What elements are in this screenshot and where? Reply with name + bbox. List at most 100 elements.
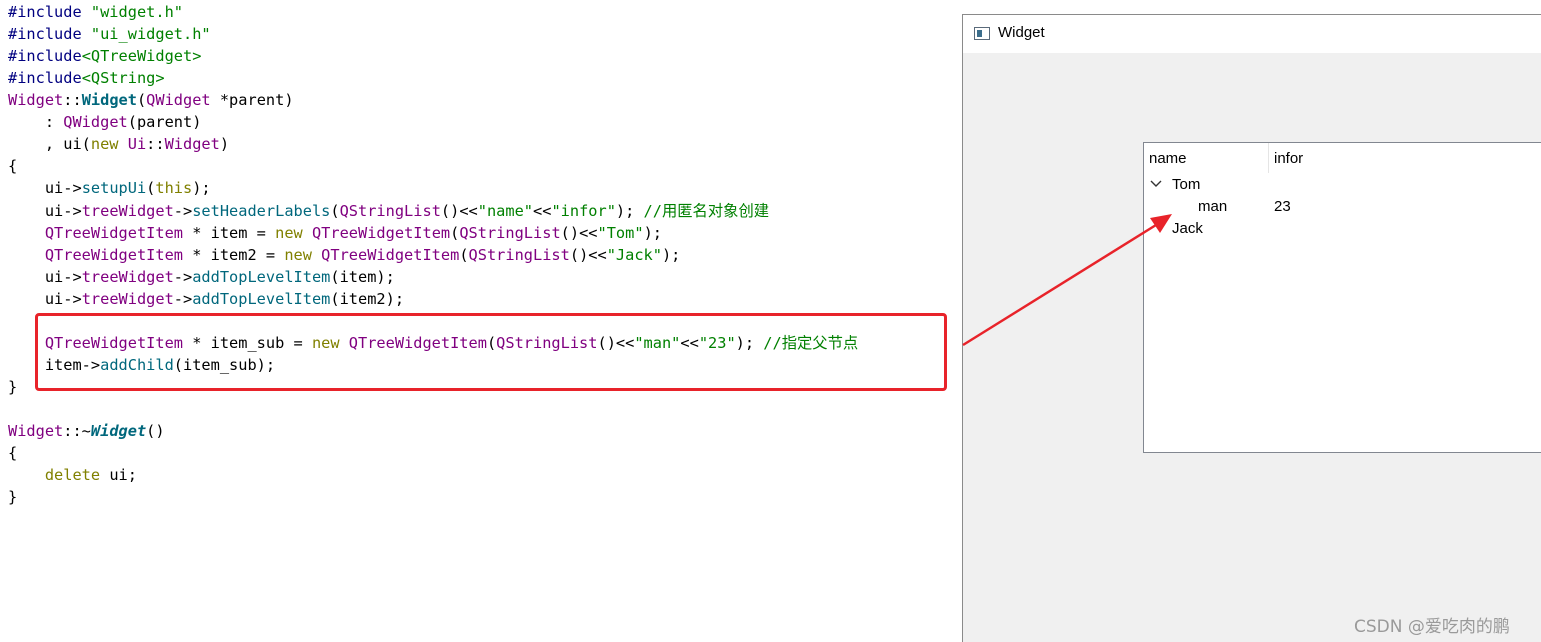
code-token: new: [90, 135, 119, 154]
code-token: ui->: [8, 201, 82, 220]
code-line: Widget::~Widget(): [8, 420, 165, 442]
code-token: ui->: [8, 289, 82, 308]
code-token: "name": [477, 201, 534, 220]
code-token: , ui(: [8, 135, 91, 154]
code-token: <<: [533, 201, 552, 220]
code-token: ->: [173, 267, 193, 286]
code-token: ()<<: [440, 201, 478, 220]
code-token: (: [459, 245, 469, 264]
code-token: );: [615, 201, 644, 220]
code-token: #include: [8, 47, 82, 66]
code-line: delete ui;: [8, 464, 137, 486]
code-token: setHeaderLabels: [192, 201, 331, 220]
app-window: Widget name infor Tom man 23 Jack: [962, 14, 1541, 642]
code-token: ): [219, 135, 230, 154]
code-token: Widget: [164, 135, 220, 154]
code-token: {: [8, 444, 18, 463]
code-token: (): [146, 422, 165, 441]
code-token: QStringList: [468, 245, 570, 264]
code-token: new: [284, 245, 312, 264]
code-token: (: [136, 91, 147, 110]
code-line: ui->setupUi(this);: [8, 177, 211, 199]
code-line: #include<QTreeWidget>: [8, 45, 201, 67]
code-token: * item2 =: [183, 245, 285, 264]
code-line: #include "ui_widget.h": [8, 23, 211, 45]
code-token: * item =: [183, 223, 276, 242]
code-token: :: [8, 113, 64, 132]
code-line: Widget::Widget(QWidget *parent): [8, 89, 294, 111]
code-token: QWidget: [63, 113, 128, 132]
chevron-down-icon[interactable]: [1150, 179, 1162, 189]
code-line: }: [8, 376, 17, 398]
header-name[interactable]: name: [1149, 150, 1187, 167]
code-token: *parent): [210, 91, 294, 110]
window-title: Widget: [998, 24, 1045, 41]
code-token: ->: [173, 289, 193, 308]
code-token: "infor": [551, 201, 616, 220]
code-token: this: [155, 179, 193, 198]
code-token: <QTreeWidget>: [81, 47, 202, 66]
code-token: delete: [44, 466, 101, 485]
code-token: );: [661, 245, 681, 264]
tree-item-man[interactable]: man: [1198, 198, 1227, 215]
code-token: {: [8, 157, 18, 176]
code-token: Widget: [90, 422, 147, 441]
code-line: #include "widget.h": [8, 1, 183, 23]
code-line: {: [8, 442, 17, 464]
tree-item-tom[interactable]: Tom: [1172, 176, 1200, 193]
code-token: "Jack": [606, 245, 662, 264]
code-token: Ui: [127, 135, 147, 154]
code-token: ui;: [100, 466, 137, 485]
code-token: //用匿名对象创建: [643, 201, 770, 220]
code-token: QTreeWidgetItem: [321, 245, 460, 264]
code-token: QStringList: [339, 201, 441, 220]
code-token: setupUi: [81, 179, 147, 198]
code-line: : QWidget(parent): [8, 111, 202, 133]
code-token: QTreeWidgetItem: [311, 223, 451, 242]
tree-item-man-infor: 23: [1274, 198, 1291, 215]
code-token: ui->: [8, 179, 82, 198]
code-token: treeWidget: [81, 267, 174, 286]
code-token: ::: [63, 91, 82, 110]
code-token: (item);: [330, 267, 395, 286]
code-token: new: [275, 223, 303, 242]
code-token: (: [146, 179, 156, 198]
code-token: Widget: [81, 91, 137, 110]
code-token: Widget: [8, 422, 64, 441]
code-token: }: [8, 488, 18, 507]
code-token: ui->: [8, 267, 82, 286]
code-token: }: [8, 378, 18, 397]
title-bar[interactable]: Widget: [963, 15, 1541, 53]
tree-header: name infor: [1144, 143, 1541, 173]
tree-item-jack[interactable]: Jack: [1172, 220, 1203, 237]
header-infor[interactable]: infor: [1274, 150, 1303, 167]
code-token: ::~: [63, 422, 91, 441]
code-token: #include: [8, 25, 91, 44]
code-line: ui->treeWidget->addTopLevelItem(item2);: [8, 288, 404, 310]
code-line: QTreeWidgetItem * item = new QTreeWidget…: [8, 222, 662, 244]
code-token: <QString>: [81, 69, 165, 88]
header-divider: [1268, 143, 1269, 173]
code-token: #include: [8, 3, 91, 21]
code-token: (item2);: [330, 289, 405, 308]
code-token: QTreeWidgetItem: [44, 245, 183, 264]
tree-widget[interactable]: name infor Tom man 23 Jack: [1143, 142, 1541, 453]
code-token: (: [450, 223, 460, 242]
code-token: Widget: [8, 91, 64, 110]
code-token: #include: [8, 69, 82, 88]
code-token: "widget.h": [90, 3, 183, 21]
highlight-box: [35, 313, 947, 391]
code-token: ->: [173, 201, 193, 220]
app-icon: [974, 27, 990, 40]
code-line: ui->treeWidget->addTopLevelItem(item);: [8, 266, 395, 288]
code-token: ()<<: [560, 223, 598, 242]
code-line: }: [8, 486, 17, 508]
code-token: (: [330, 201, 340, 220]
code-token: );: [643, 223, 662, 242]
